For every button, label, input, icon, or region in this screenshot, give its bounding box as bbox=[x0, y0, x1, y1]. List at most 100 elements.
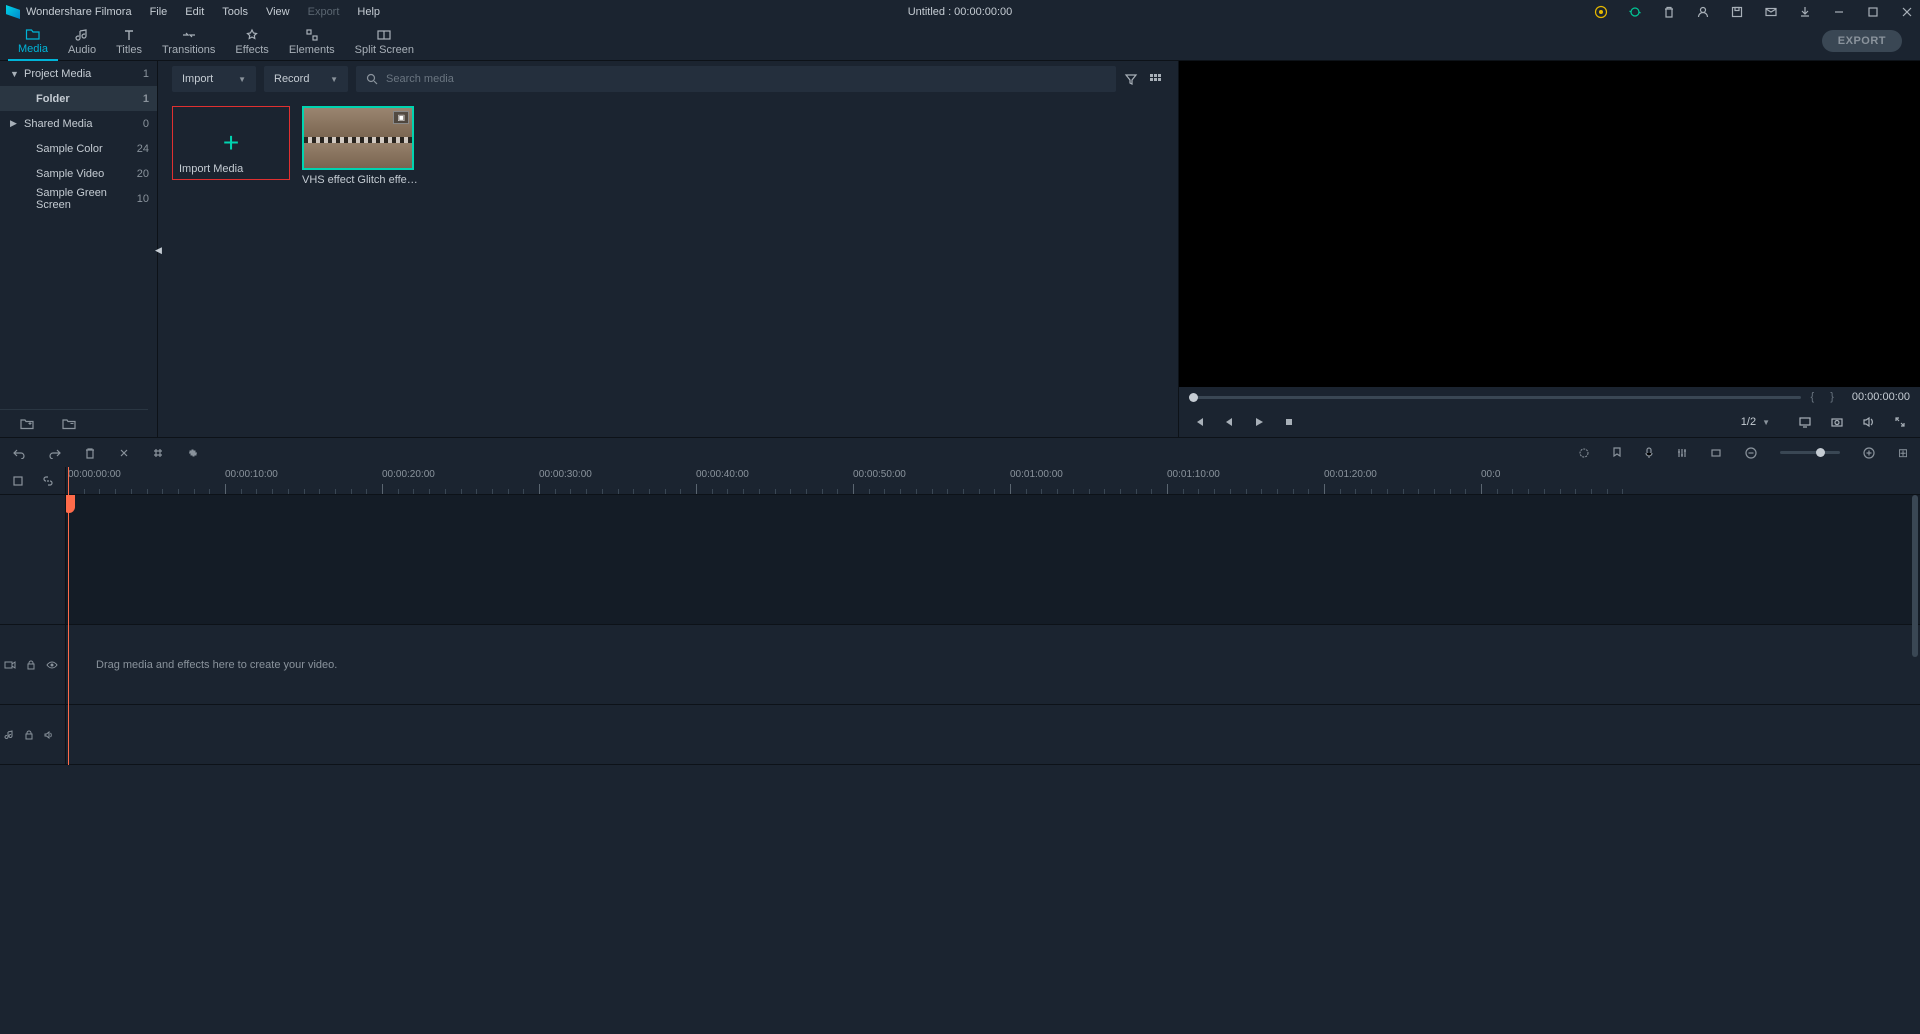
sidebar-item-sample-green-screen[interactable]: Sample Green Screen 10 bbox=[0, 186, 157, 211]
tab-transitions[interactable]: Transitions bbox=[152, 24, 225, 61]
playhead-handle[interactable] bbox=[66, 495, 75, 513]
audio-track[interactable] bbox=[66, 705, 1920, 765]
filter-icon[interactable] bbox=[1124, 72, 1140, 86]
zoom-handle[interactable] bbox=[1816, 448, 1825, 457]
sidebar-item-shared-media[interactable]: ▶ Shared Media 0 bbox=[0, 111, 157, 136]
media-clip-card[interactable]: ▣ VHS effect Glitch effect… bbox=[302, 106, 420, 186]
playhead[interactable] bbox=[68, 467, 69, 765]
keyframe-icon[interactable] bbox=[1710, 447, 1722, 459]
export-button[interactable]: EXPORT bbox=[1822, 30, 1902, 52]
mark-in-icon[interactable]: { bbox=[1811, 391, 1815, 403]
link-icon[interactable] bbox=[42, 475, 54, 487]
timeline-vscrollbar[interactable] bbox=[1912, 495, 1918, 765]
app-name: Wondershare Filmora bbox=[26, 6, 132, 18]
import-dropdown[interactable]: Import ▼ bbox=[172, 66, 256, 92]
search-media-box[interactable] bbox=[356, 66, 1116, 92]
minimize-icon[interactable] bbox=[1832, 5, 1846, 19]
tab-split-screen[interactable]: Split Screen bbox=[345, 24, 424, 61]
menu-file[interactable]: File bbox=[150, 6, 168, 18]
mute-icon[interactable] bbox=[44, 731, 54, 739]
new-folder-icon[interactable] bbox=[20, 418, 34, 430]
tab-audio[interactable]: Audio bbox=[58, 24, 106, 61]
save-icon[interactable] bbox=[1730, 5, 1744, 19]
preview-video-area[interactable] bbox=[1179, 61, 1920, 387]
render-icon[interactable] bbox=[1578, 447, 1590, 459]
mail-icon[interactable] bbox=[1764, 5, 1778, 19]
audio-track-icon bbox=[4, 730, 14, 740]
preview-scrubber[interactable] bbox=[1189, 396, 1801, 399]
mark-out-icon[interactable]: } bbox=[1830, 391, 1834, 403]
menu-help[interactable]: Help bbox=[357, 6, 380, 18]
tab-titles[interactable]: Titles bbox=[106, 24, 152, 61]
import-media-card[interactable]: + Import Media bbox=[172, 106, 290, 180]
media-sidebar: ▼ Project Media 1 Folder 1 ▶ Shared Medi… bbox=[0, 61, 158, 437]
timeline-tracks[interactable]: 00:00:00:0000:00:10:0000:00:20:0000:00:3… bbox=[66, 467, 1920, 765]
zoom-in-icon[interactable] bbox=[1862, 446, 1876, 460]
volume-icon[interactable] bbox=[1862, 416, 1876, 428]
clip-caption: VHS effect Glitch effect… bbox=[302, 174, 420, 186]
visibility-icon[interactable] bbox=[46, 661, 58, 669]
chevron-down-icon: ▼ bbox=[330, 75, 338, 84]
menu-edit[interactable]: Edit bbox=[185, 6, 204, 18]
sidebar-item-folder[interactable]: Folder 1 bbox=[0, 86, 157, 111]
split-icon[interactable] bbox=[118, 447, 130, 459]
track-manager-icon[interactable] bbox=[12, 475, 24, 487]
tab-effects[interactable]: Effects bbox=[225, 24, 278, 61]
lock-icon[interactable] bbox=[24, 730, 34, 740]
download-icon[interactable] bbox=[1798, 5, 1812, 19]
grid-view-icon[interactable] bbox=[1148, 72, 1164, 86]
tab-media[interactable]: Media bbox=[8, 24, 58, 61]
record-dropdown[interactable]: Record ▼ bbox=[264, 66, 348, 92]
main-video-track[interactable]: Drag media and effects here to create yo… bbox=[66, 625, 1920, 705]
zoom-slider[interactable] bbox=[1780, 451, 1840, 454]
tab-elements[interactable]: Elements bbox=[279, 24, 345, 61]
menu-view[interactable]: View bbox=[266, 6, 290, 18]
clip-type-badge-icon: ▣ bbox=[393, 111, 409, 124]
overlay-track[interactable] bbox=[66, 495, 1920, 625]
undo-icon[interactable] bbox=[12, 447, 26, 459]
mixer-icon[interactable] bbox=[1676, 447, 1688, 459]
delete-folder-icon[interactable] bbox=[62, 418, 76, 430]
trash-icon[interactable] bbox=[1662, 5, 1676, 19]
sidebar-item-sample-video[interactable]: Sample Video 20 bbox=[0, 161, 157, 186]
menu-tools[interactable]: Tools bbox=[222, 6, 248, 18]
close-icon[interactable] bbox=[1900, 5, 1914, 19]
marker-icon[interactable] bbox=[1612, 447, 1622, 459]
delete-icon[interactable] bbox=[84, 447, 96, 459]
subscription-icon[interactable] bbox=[1594, 5, 1608, 19]
text-icon bbox=[122, 28, 136, 42]
scrubber-handle[interactable] bbox=[1189, 393, 1198, 402]
account-icon[interactable] bbox=[1696, 5, 1710, 19]
display-settings-icon[interactable] bbox=[1798, 416, 1812, 428]
lock-icon[interactable] bbox=[26, 660, 36, 670]
snapshot-icon[interactable] bbox=[1830, 416, 1844, 428]
preview-timecode: 00:00:00:00 bbox=[1852, 391, 1910, 403]
sidebar-item-project-media[interactable]: ▼ Project Media 1 bbox=[0, 61, 157, 86]
timeline-ruler[interactable]: 00:00:00:0000:00:10:0000:00:20:0000:00:3… bbox=[66, 467, 1920, 495]
sidebar-collapse-icon[interactable]: ◀ bbox=[155, 245, 163, 257]
tab-bar: Media Audio Titles Transitions Effects E… bbox=[0, 24, 1920, 61]
menu-export[interactable]: Export bbox=[308, 6, 340, 18]
zoom-fit-icon[interactable]: ⊞ bbox=[1898, 446, 1908, 460]
chevron-down-icon: ▼ bbox=[1762, 418, 1770, 427]
app-logo-icon bbox=[6, 5, 20, 19]
sidebar-item-sample-color[interactable]: Sample Color 24 bbox=[0, 136, 157, 161]
play-icon[interactable] bbox=[1253, 416, 1265, 428]
zoom-out-icon[interactable] bbox=[1744, 446, 1758, 460]
transitions-icon bbox=[181, 28, 197, 42]
voiceover-icon[interactable] bbox=[1644, 447, 1654, 459]
redo-icon[interactable] bbox=[48, 447, 62, 459]
crop-icon[interactable] bbox=[152, 447, 164, 459]
audio-sync-icon[interactable] bbox=[186, 447, 200, 459]
cloud-sync-icon[interactable] bbox=[1628, 5, 1642, 19]
maximize-icon[interactable] bbox=[1866, 5, 1880, 19]
search-input[interactable] bbox=[386, 73, 1106, 85]
stop-icon[interactable] bbox=[1283, 416, 1295, 428]
step-back-icon[interactable] bbox=[1223, 416, 1235, 428]
prev-frame-icon[interactable] bbox=[1193, 416, 1205, 428]
timeline-panel: ⊞ 00:00:00:0000:00:10:0000:00:20:0000:00… bbox=[0, 437, 1920, 765]
fullscreen-icon[interactable] bbox=[1894, 416, 1906, 428]
title-bar: Wondershare Filmora File Edit Tools View… bbox=[0, 0, 1920, 24]
media-panel: Import ▼ Record ▼ + Import Media bbox=[158, 61, 1178, 437]
preview-page-select[interactable]: 1/2▼ bbox=[1741, 416, 1770, 428]
